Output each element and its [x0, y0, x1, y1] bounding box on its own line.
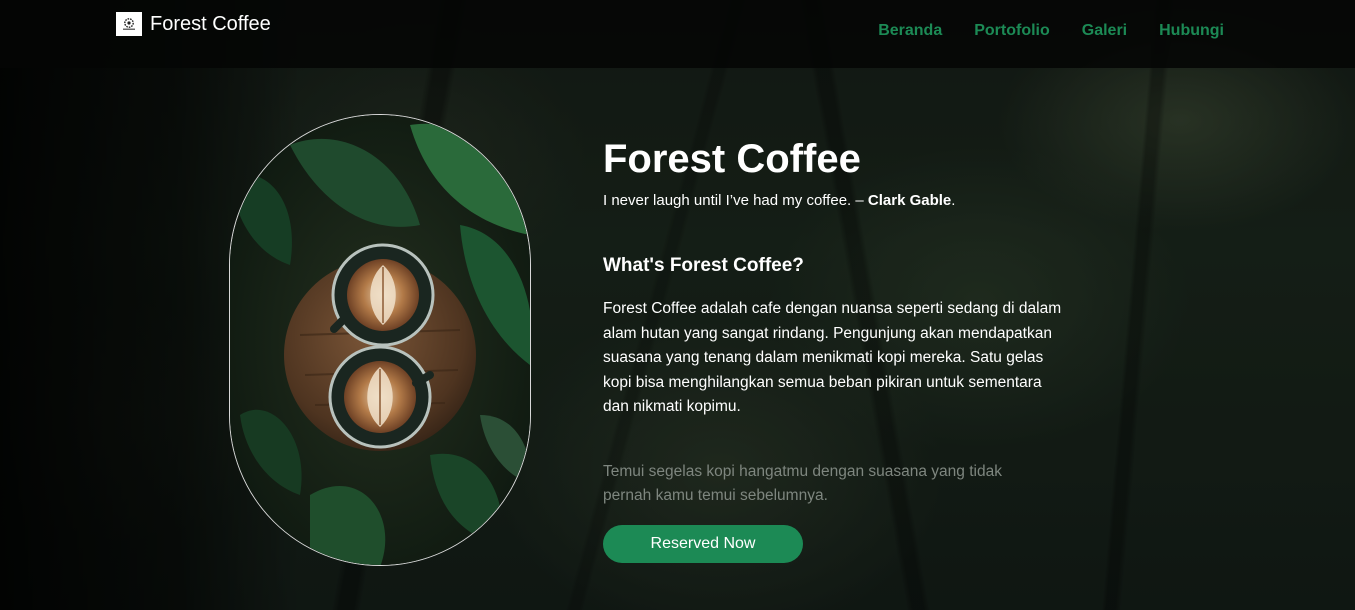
about-heading-prefix: What's: [603, 255, 665, 276]
hero-tagline: Temui segelas kopi hangatmu dengan suasa…: [603, 462, 1002, 504]
nav-link-portofolio[interactable]: Portofolio: [974, 22, 1050, 40]
hero-title: Forest Coffee: [603, 137, 861, 181]
brand-name: Forest Coffee: [150, 12, 271, 35]
nav-link-galeri[interactable]: Galeri: [1082, 22, 1127, 40]
brand[interactable]: Forest Coffee: [116, 12, 271, 36]
main-nav: Beranda Portofolio Galeri Hubungi: [878, 22, 1224, 40]
about-description: Forest Coffee adalah cafe dengan nuansa …: [603, 300, 1062, 415]
about-heading: What's Forest Coffee?: [603, 255, 1073, 277]
quote-end: .: [951, 192, 956, 209]
quote-author: Clark Gable: [867, 192, 952, 209]
about-heading-bold: Forest Coffee?: [669, 255, 804, 276]
coffee-bean-logo-icon: [116, 12, 142, 36]
nav-link-hubungi[interactable]: Hubungi: [1159, 22, 1224, 40]
nav-link-beranda[interactable]: Beranda: [878, 22, 942, 40]
quote-text: I never laugh until I’ve had my coffee. …: [603, 192, 864, 209]
hero-content: Forest Coffee I never laugh until I’ve h…: [603, 136, 1073, 563]
hero-quote: I never laugh until I’ve had my coffee. …: [603, 192, 1073, 209]
navbar: Forest Coffee Beranda Portofolio Galeri …: [0, 0, 1355, 68]
reserved-now-button[interactable]: Reserved Now: [603, 524, 803, 563]
hero-image: [229, 114, 531, 566]
